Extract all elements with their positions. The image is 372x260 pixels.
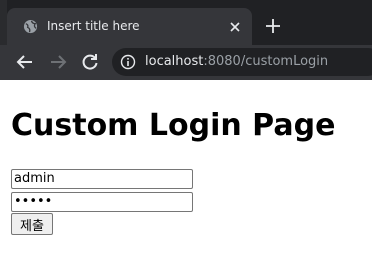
tab-title: Insert title here: [47, 19, 140, 33]
submit-button[interactable]: 제출: [11, 213, 53, 235]
arrow-right-icon[interactable]: [48, 52, 68, 72]
info-icon[interactable]: [120, 54, 136, 70]
browser-toolbar: localhost:8080/customLogin: [0, 45, 372, 80]
plus-icon[interactable]: [264, 17, 282, 35]
address-bar[interactable]: localhost:8080/customLogin: [112, 48, 372, 76]
arrow-left-icon[interactable]: [15, 52, 35, 72]
username-input[interactable]: [11, 169, 193, 189]
url-path: :8080/customLogin: [203, 54, 329, 69]
page-title: Custom Login Page: [11, 108, 336, 143]
url-text: localhost:8080/customLogin: [145, 54, 328, 70]
browser-tab[interactable]: Insert title here: [7, 8, 252, 45]
globe-icon: [23, 19, 38, 34]
page-content: Custom Login Page 제출: [0, 80, 372, 260]
url-host: localhost: [145, 54, 204, 69]
password-input[interactable]: [11, 192, 193, 212]
close-icon[interactable]: [227, 19, 243, 35]
reload-icon[interactable]: [80, 52, 100, 72]
browser-chrome: Insert title here localhost:8080/customL…: [0, 0, 372, 80]
